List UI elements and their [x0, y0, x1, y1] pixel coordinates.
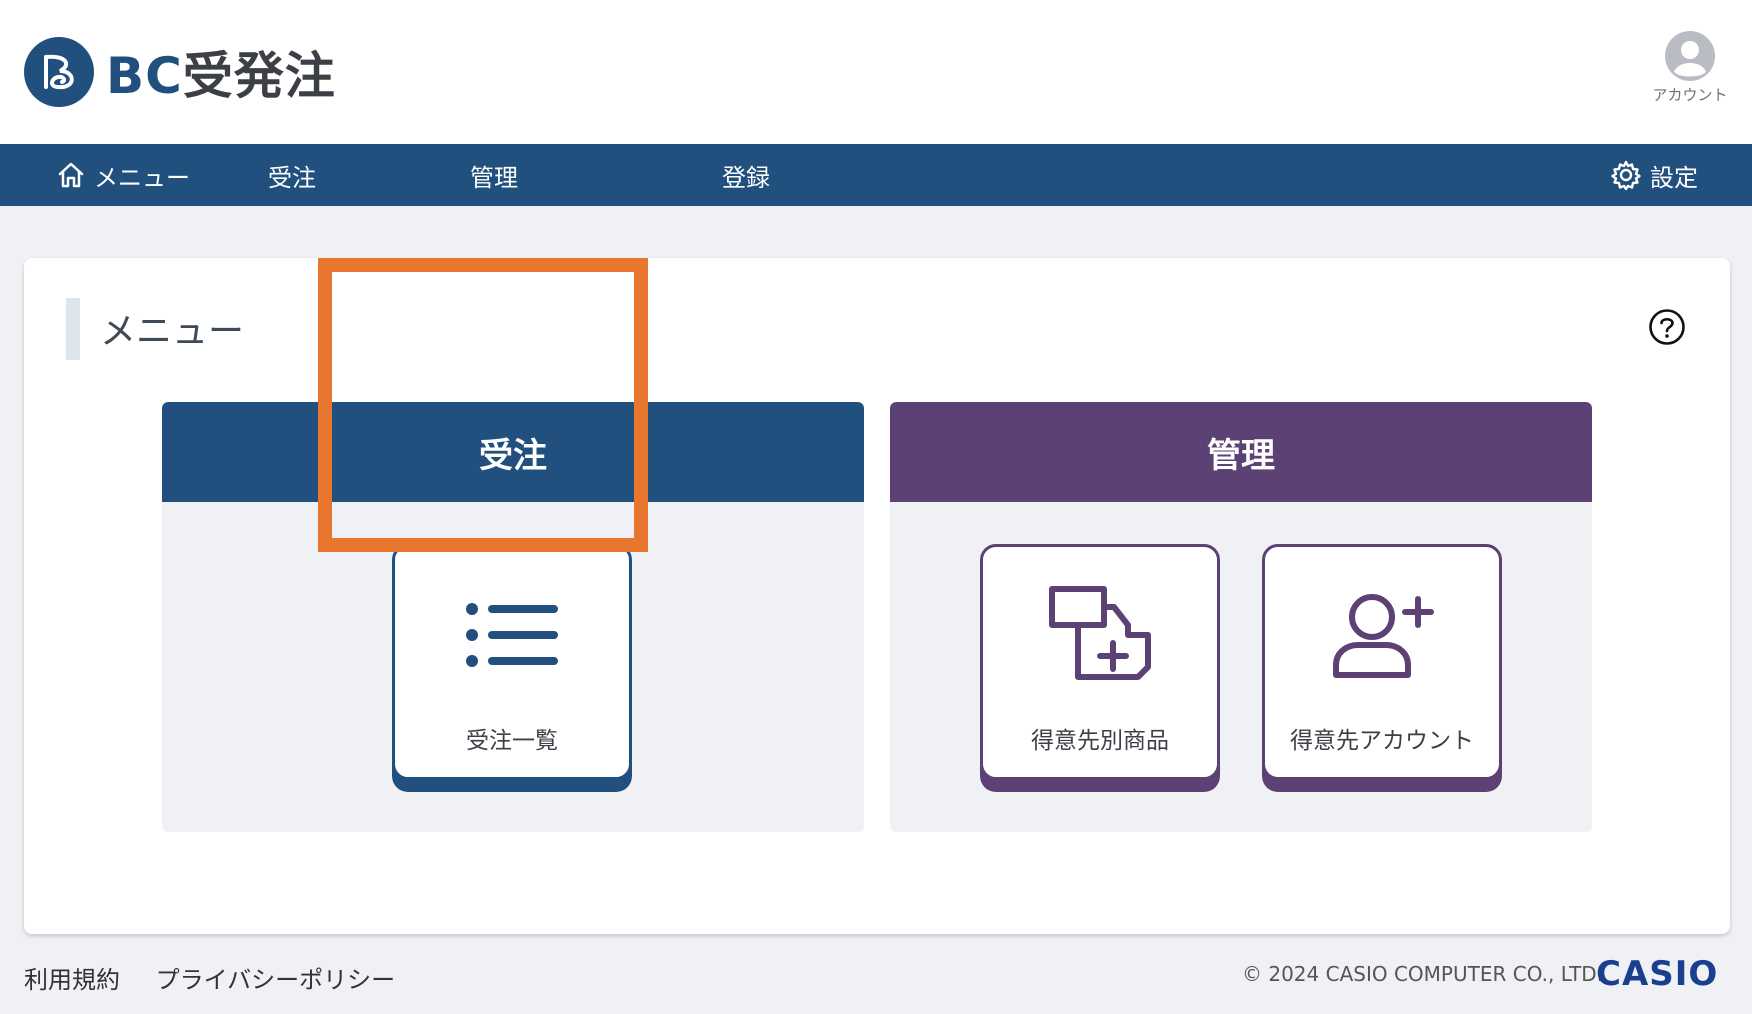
customer-products-label: 得意先別商品: [1031, 728, 1169, 754]
app-logo[interactable]: BC受発注: [24, 36, 336, 108]
order-list-label: 受注一覧: [466, 728, 558, 754]
orders-group: 受注 受注一覧: [162, 402, 864, 832]
nav-menu[interactable]: メニュー: [56, 144, 190, 206]
section-accent-bar: [66, 298, 80, 360]
account-label: アカウント: [1652, 86, 1728, 104]
nav-settings-label: 設定: [1650, 163, 1698, 192]
terms-link[interactable]: 利用規約: [24, 966, 120, 994]
customer-accounts-tile[interactable]: 得意先アカウント: [1262, 544, 1502, 780]
footer-links: 利用規約 プライバシーポリシー: [24, 960, 423, 995]
copyright: © 2024 CASIO COMPUTER CO., LTD.: [1242, 962, 1604, 986]
management-group-title: 管理: [1207, 435, 1275, 476]
management-group-header: 管理: [890, 402, 1592, 502]
nav-settings[interactable]: 設定: [1610, 144, 1698, 206]
order-list-tile[interactable]: 受注一覧: [392, 544, 632, 780]
page-title: メニュー: [100, 311, 245, 352]
account-icon: [1665, 31, 1715, 81]
nav-orders[interactable]: 受注: [268, 144, 316, 206]
customer-accounts-label: 得意先アカウント: [1290, 728, 1474, 754]
casio-logo: CASIO: [1596, 954, 1719, 994]
nav-management[interactable]: 管理: [470, 144, 518, 206]
logo-mark-icon: [24, 37, 94, 107]
nav-register[interactable]: 登録: [722, 144, 770, 206]
list-icon: [464, 583, 560, 687]
nav-menu-label: メニュー: [94, 163, 190, 192]
help-icon[interactable]: [1648, 308, 1686, 346]
menu-card: メニュー 受注 受注一覧 管理 得意先別商品 得意先アカウント: [24, 258, 1730, 934]
gear-icon: [1611, 160, 1641, 191]
logo-text-bc: BC: [106, 47, 183, 105]
nav-register-label: 登録: [722, 163, 770, 192]
app-header: BC受発注 アカウント: [0, 0, 1752, 144]
customer-products-tile[interactable]: 得意先別商品: [980, 544, 1220, 780]
orders-group-title: 受注: [479, 435, 547, 476]
privacy-link[interactable]: プライバシーポリシー: [156, 966, 396, 994]
management-group: 管理 得意先別商品 得意先アカウント: [890, 402, 1592, 832]
nav-management-label: 管理: [470, 163, 518, 192]
account-button[interactable]: アカウント: [1650, 30, 1730, 105]
orders-group-header: 受注: [162, 402, 864, 502]
customer-product-icon: [1048, 583, 1152, 687]
logo-text-jp: 受発注: [182, 47, 336, 105]
home-icon: [58, 162, 84, 188]
nav-orders-label: 受注: [268, 163, 316, 192]
main-nav: メニュー 受注 管理 登録 設定: [0, 144, 1752, 206]
logo-text: BC受発注: [106, 36, 336, 108]
add-user-icon: [1330, 583, 1434, 687]
